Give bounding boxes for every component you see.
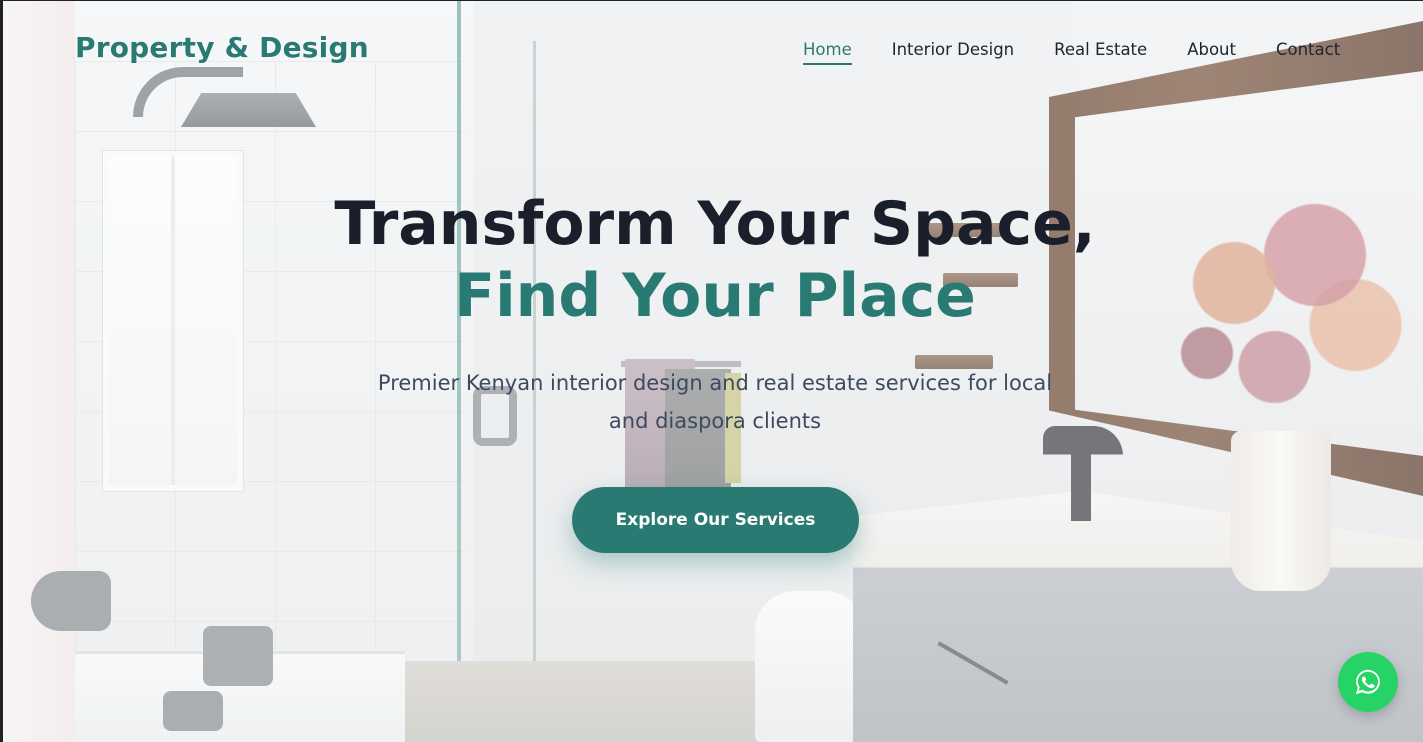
nav-link-interior-design[interactable]: Interior Design: [892, 40, 1014, 65]
nav-link-about[interactable]: About: [1187, 40, 1236, 65]
whatsapp-icon: [1355, 669, 1380, 695]
nav-link-real-estate[interactable]: Real Estate: [1054, 40, 1147, 65]
site-logo[interactable]: Property & Design: [75, 31, 369, 64]
nav-menu: Home Interior Design Real Estate About C…: [803, 40, 1340, 65]
nav-link-contact[interactable]: Contact: [1276, 40, 1340, 65]
whatsapp-button[interactable]: [1338, 652, 1398, 712]
hero-title: Transform Your Space, Find Your Place: [0, 188, 1423, 332]
hero-title-line-1: Transform Your Space,: [334, 189, 1096, 259]
navbar: Property & Design Home Interior Design R…: [0, 0, 1423, 100]
hero-title-line-2: Find Your Place: [454, 261, 976, 331]
hero-subtitle: Premier Kenyan interior design and real …: [377, 371, 1053, 433]
explore-services-button[interactable]: Explore Our Services: [572, 487, 859, 553]
nav-link-home[interactable]: Home: [803, 40, 852, 65]
